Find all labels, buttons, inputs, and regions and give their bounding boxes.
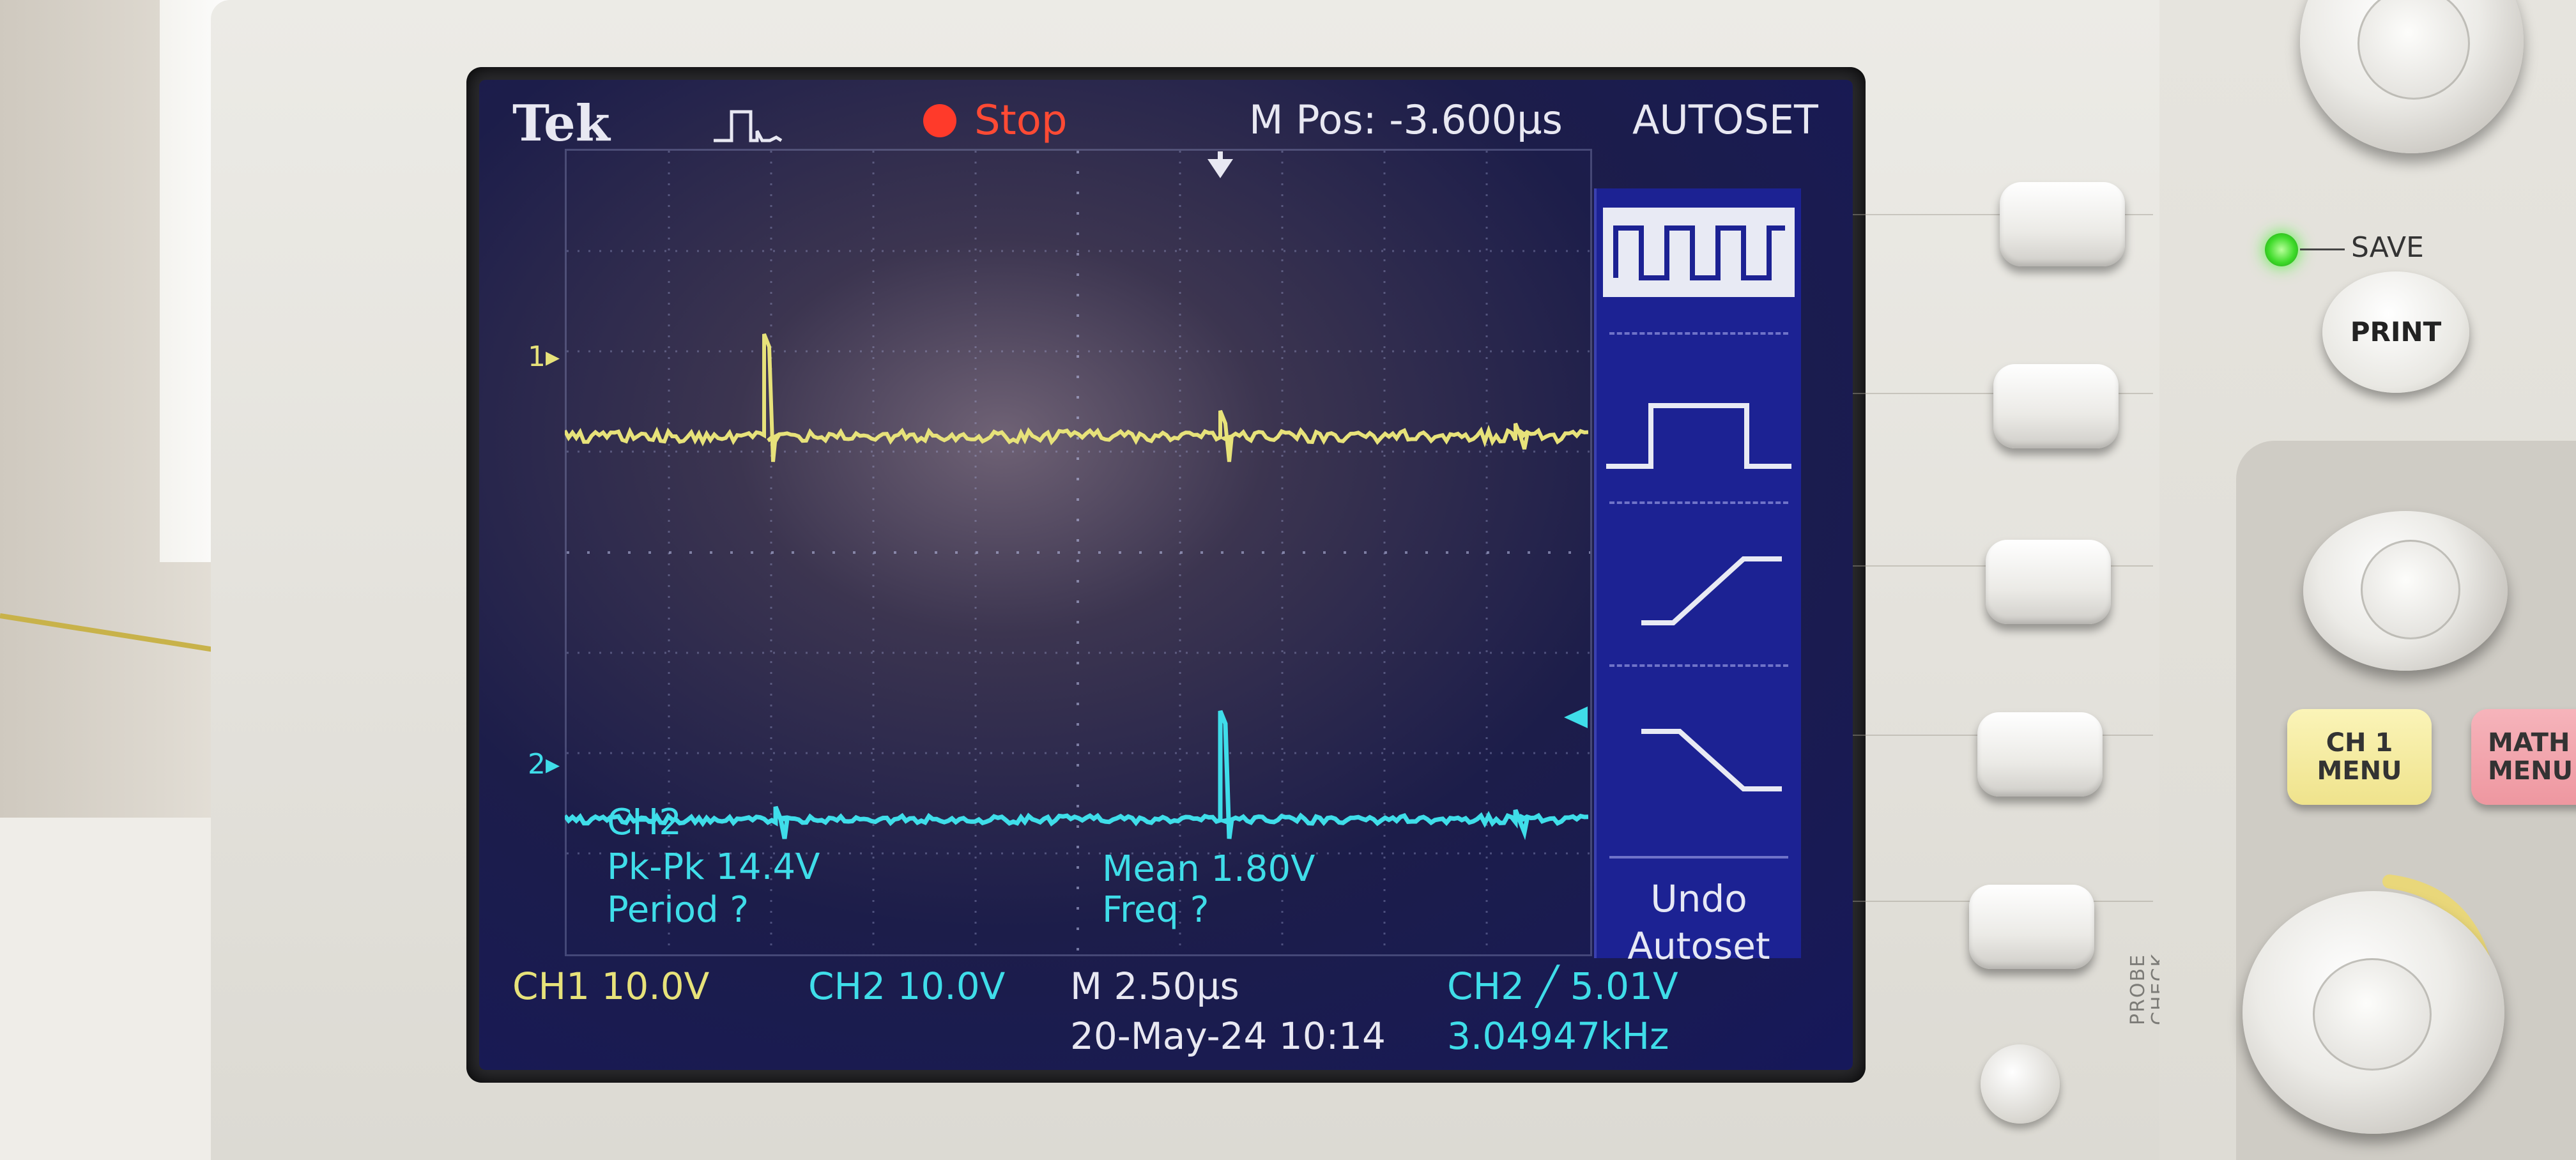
ch2-scale: CH2 10.0V — [808, 965, 1006, 1008]
volts-div-knob[interactable] — [2242, 891, 2504, 1134]
trigger-position-arrow-icon — [1208, 151, 1233, 178]
math-menu-button[interactable]: MATH MENU — [2471, 709, 2576, 805]
save-led-line — [2300, 248, 2345, 250]
measurement-period: Period ? — [607, 889, 749, 931]
undo-label-line2: Autoset — [1627, 924, 1770, 968]
bezel-button-2[interactable] — [1993, 364, 2119, 448]
probe-check-button[interactable] — [1981, 1044, 2060, 1124]
run-state: Stop — [974, 97, 1068, 144]
menu-option-falling-edge[interactable] — [1597, 674, 1801, 834]
single-cycle-pulse-icon — [1606, 403, 1791, 469]
save-label: SAVE — [2351, 231, 2424, 264]
measurement-frequency: Freq ? — [1102, 889, 1209, 931]
bezel-button-4[interactable] — [1977, 712, 2103, 797]
rising-edge-icon — [1641, 556, 1782, 625]
trigger-readout: CH2 ╱ 5.01V — [1447, 965, 1678, 1008]
menu-option-single-cycle[interactable] — [1597, 342, 1801, 501]
math-menu-label: MATH MENU — [2488, 728, 2573, 786]
stop-indicator-icon — [923, 104, 956, 137]
save-led-indicator — [2265, 233, 2298, 266]
bezel-button-3[interactable] — [1986, 540, 2111, 624]
date-time-readout: 20-May-24 10:14 — [1070, 1014, 1386, 1058]
measurement-source: CH2 — [607, 802, 682, 843]
knob-cap — [2358, 0, 2470, 100]
ch1-ground-marker: 1▸ — [528, 340, 560, 373]
ch1-menu-button[interactable]: CH 1 MENU — [2287, 709, 2432, 805]
ch1-waveform — [565, 333, 1588, 462]
ch1-scale: CH1 10.0V — [512, 965, 710, 1008]
brand-logo: Tek — [512, 95, 610, 153]
oscilloscope-display: Tek Stop M Pos: -3.600µs AUTOSET 1▸ 2▸ C… — [479, 80, 1853, 1070]
measurement-mean: Mean 1.80V — [1102, 848, 1315, 890]
bezel-button-1[interactable] — [2000, 182, 2125, 266]
menu-separator — [1609, 332, 1788, 335]
knob-cap — [2313, 958, 2432, 1071]
undo-label-line1: Undo — [1650, 877, 1747, 920]
falling-edge-icon — [1641, 729, 1782, 791]
print-button[interactable]: PRINT — [2322, 271, 2469, 393]
knob-cap — [2361, 540, 2460, 639]
waveform-area — [565, 333, 1588, 841]
trigger-level-arrow-icon — [1564, 706, 1588, 728]
menu-separator — [1609, 664, 1788, 667]
measurement-pk-pk: Pk-Pk 14.4V — [607, 846, 820, 888]
undo-autoset-option[interactable]: Undo Autoset — [1597, 875, 1801, 970]
autoset-soft-menu: Undo Autoset — [1594, 188, 1801, 968]
multi-cycle-square-wave-icon — [1603, 208, 1795, 297]
menu-option-multi-cycle[interactable] — [1597, 188, 1801, 313]
timebase-readout: M 2.50µs — [1070, 965, 1239, 1008]
ch2-ground-marker: 2▸ — [528, 748, 560, 781]
ch1-menu-label: CH 1 MENU — [2317, 728, 2402, 786]
acquisition-mode-icon — [714, 110, 783, 142]
position-knob[interactable] — [2303, 511, 2508, 671]
ch2-waveform — [565, 710, 1588, 841]
horizontal-position-readout: M Pos: -3.600µs — [1249, 96, 1563, 143]
trigger-frequency-readout: 3.04947kHz — [1447, 1014, 1669, 1058]
menu-option-rising-edge[interactable] — [1597, 514, 1801, 668]
menu-title: AUTOSET — [1632, 96, 1818, 143]
menu-divider — [1609, 856, 1788, 859]
bezel-button-5[interactable] — [1969, 885, 2094, 969]
menu-separator — [1609, 501, 1788, 504]
